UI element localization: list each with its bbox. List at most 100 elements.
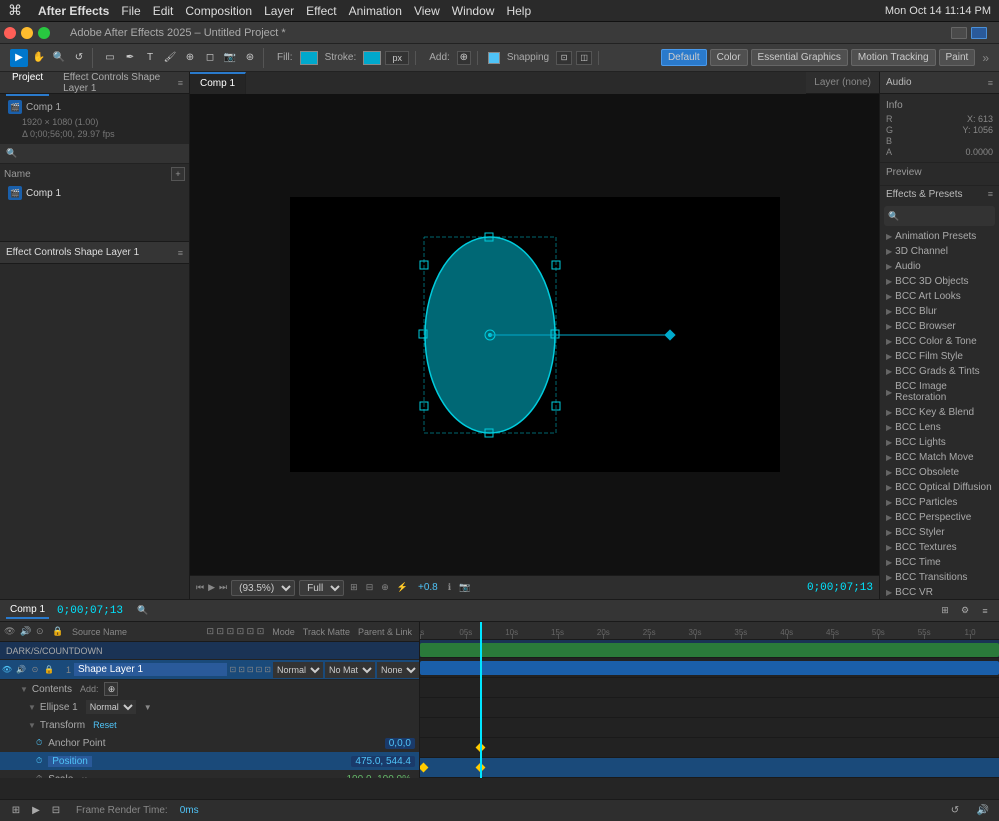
effects-presets-menu-icon[interactable]: ≡ xyxy=(988,189,993,200)
play-icon[interactable]: ▶ xyxy=(208,582,215,593)
scale-stopwatch[interactable]: ⏱ xyxy=(36,774,42,778)
effect-category-5[interactable]: ▶BCC Blur xyxy=(880,304,999,319)
ellipse-1-row[interactable]: ▼ Ellipse 1 Normal ▼ xyxy=(0,698,419,716)
status-next-button[interactable]: ⊟ xyxy=(48,803,64,819)
effect-category-19[interactable]: ▶BCC Styler xyxy=(880,525,999,540)
timeline-search-icon[interactable]: 🔍 xyxy=(135,603,151,619)
info-icon[interactable]: ℹ xyxy=(446,582,453,593)
project-search-input[interactable] xyxy=(21,148,183,159)
menu-composition[interactable]: Composition xyxy=(185,4,252,18)
transform-row[interactable]: ▼ Transform Reset xyxy=(0,716,419,734)
stroke-width-input[interactable]: px xyxy=(385,51,409,65)
workspace-default-button[interactable]: Default xyxy=(661,49,707,66)
layer-1-row[interactable]: 👁 🔊 ⊙ 🔒 1 Shape Layer 1 ⊡ ⊡ ⊡ ⊡ ⊡ Normal… xyxy=(0,660,419,680)
eraser-tool-button[interactable]: ◻ xyxy=(201,49,219,67)
layer-1-track[interactable] xyxy=(420,658,999,678)
monitor-icon[interactable] xyxy=(951,27,967,39)
workspace-paint-button[interactable]: Paint xyxy=(939,49,976,66)
ellipse-1-expand-icon[interactable]: ▼ xyxy=(144,703,152,712)
pen-tool-button[interactable]: ✒ xyxy=(121,49,139,67)
add-button[interactable]: ⊕ xyxy=(457,51,471,65)
loop-icon[interactable]: ↺ xyxy=(947,803,963,819)
close-window-button[interactable] xyxy=(4,27,16,39)
stroke-color-swatch[interactable] xyxy=(363,51,381,65)
snapshot-icon[interactable]: 📷 xyxy=(457,582,472,593)
rotate-tool-button[interactable]: ↺ xyxy=(70,49,88,67)
audio-icon[interactable]: 🔊 xyxy=(975,803,991,819)
workspace-essential-graphics-button[interactable]: Essential Graphics xyxy=(751,49,848,66)
contents-row[interactable]: ▼ Contents Add: ⊕ xyxy=(0,680,419,698)
apple-menu[interactable]: ⌘ xyxy=(8,2,22,19)
effect-category-1[interactable]: ▶3D Channel xyxy=(880,244,999,259)
reset-label[interactable]: Reset xyxy=(93,720,117,730)
layer-1-mode-select[interactable]: Normal xyxy=(273,662,323,678)
menu-animation[interactable]: Animation xyxy=(349,4,402,18)
anchor-point-stopwatch[interactable]: ⏱ xyxy=(36,738,42,748)
project-panel-close[interactable]: ≡ xyxy=(178,78,183,88)
menu-edit[interactable]: Edit xyxy=(153,4,174,18)
menu-view[interactable]: View xyxy=(414,4,440,18)
layer-1-solo-toggle[interactable]: ⊙ xyxy=(28,663,42,677)
menu-layer[interactable]: Layer xyxy=(264,4,294,18)
timeline-tab-comp1[interactable]: Comp 1 xyxy=(6,602,49,619)
workspace-more-button[interactable]: » xyxy=(978,51,993,65)
menu-help[interactable]: Help xyxy=(506,4,531,18)
position-track[interactable] xyxy=(420,758,999,778)
layer-1-lock-toggle[interactable]: 🔒 xyxy=(42,663,56,677)
effect-category-9[interactable]: ▶BCC Grads & Tints xyxy=(880,364,999,379)
layer-1-parent-select[interactable]: None xyxy=(377,662,419,678)
anchor-point-value[interactable]: 0,0,0 xyxy=(385,738,415,749)
layer-1-audio-toggle[interactable]: 🔊 xyxy=(14,663,28,677)
add-item-button[interactable]: + xyxy=(171,167,185,181)
status-play-button[interactable]: ▶ xyxy=(28,803,44,819)
effect-category-17[interactable]: ▶BCC Particles xyxy=(880,495,999,510)
maximize-window-button[interactable] xyxy=(38,27,50,39)
workspace-color-button[interactable]: Color xyxy=(710,49,748,66)
scale-value[interactable]: 100.0, 100.0% xyxy=(343,774,416,779)
menu-file[interactable]: File xyxy=(121,4,140,18)
project-search-bar[interactable]: 🔍 xyxy=(0,144,189,164)
playhead[interactable] xyxy=(480,622,482,778)
effect-category-13[interactable]: ▶BCC Lights xyxy=(880,435,999,450)
current-time-display[interactable]: 0;00;07;13 xyxy=(807,582,873,594)
effect-category-11[interactable]: ▶BCC Key & Blend xyxy=(880,405,999,420)
light-tool-button[interactable]: ⊛ xyxy=(241,49,259,67)
zoom-select[interactable]: (93.5%) xyxy=(231,580,295,596)
resolution-select[interactable]: Full xyxy=(299,580,344,596)
selection-tool-button[interactable]: ▶ xyxy=(10,49,28,67)
fast-preview-icon[interactable]: ⚡ xyxy=(395,582,410,593)
timeline-new-layer-icon[interactable]: ⊞ xyxy=(937,603,953,619)
3d-view-icon[interactable]: ⊕ xyxy=(379,582,391,593)
fill-color-swatch[interactable] xyxy=(300,51,318,65)
stamp-tool-button[interactable]: ⊕ xyxy=(181,49,199,67)
menu-window[interactable]: Window xyxy=(452,4,495,18)
effects-search-bar[interactable]: 🔍 xyxy=(884,206,995,226)
effect-category-14[interactable]: ▶BCC Match Move xyxy=(880,450,999,465)
hand-tool-button[interactable]: ✋ xyxy=(30,49,48,67)
text-tool-button[interactable]: T xyxy=(141,49,159,67)
effect-category-15[interactable]: ▶BCC Obsolete xyxy=(880,465,999,480)
effect-controls-tab[interactable]: Effect Controls Shape Layer 1 xyxy=(57,72,178,96)
layer-1-track-matte-select[interactable]: No Mat xyxy=(325,662,375,678)
timeline-menu-icon[interactable]: ≡ xyxy=(977,603,993,619)
snapping-options-button[interactable]: ⊡ xyxy=(556,51,572,65)
effect-category-12[interactable]: ▶BCC Lens xyxy=(880,420,999,435)
transparency-icon[interactable]: ⊟ xyxy=(364,582,376,593)
effect-category-8[interactable]: ▶BCC Film Style xyxy=(880,349,999,364)
time-ruler[interactable]: 0s05s10s15s20s25s30s35s40s45s50s55s1:0 xyxy=(420,622,999,640)
effect-controls-menu[interactable]: ≡ xyxy=(178,248,183,258)
prev-frame-icon[interactable]: ⏮ xyxy=(196,582,204,593)
effects-search-input[interactable] xyxy=(902,211,991,221)
next-frame-icon[interactable]: ⏭ xyxy=(219,582,227,593)
effect-category-22[interactable]: ▶BCC Transitions xyxy=(880,570,999,585)
timeline-current-time[interactable]: 0;00;07;13 xyxy=(57,605,123,617)
effect-category-16[interactable]: ▶BCC Optical Diffusion xyxy=(880,480,999,495)
right-panel-menu-icon[interactable]: ≡ xyxy=(988,78,993,88)
zoom-tool-button[interactable]: 🔍 xyxy=(50,49,68,67)
project-tab[interactable]: Project xyxy=(6,72,49,96)
effect-category-4[interactable]: ▶BCC Art Looks xyxy=(880,289,999,304)
effect-category-2[interactable]: ▶Audio xyxy=(880,259,999,274)
effect-category-21[interactable]: ▶BCC Time xyxy=(880,555,999,570)
effect-category-7[interactable]: ▶BCC Color & Tone xyxy=(880,334,999,349)
layer-1-visibility-toggle[interactable]: 👁 xyxy=(0,663,14,677)
